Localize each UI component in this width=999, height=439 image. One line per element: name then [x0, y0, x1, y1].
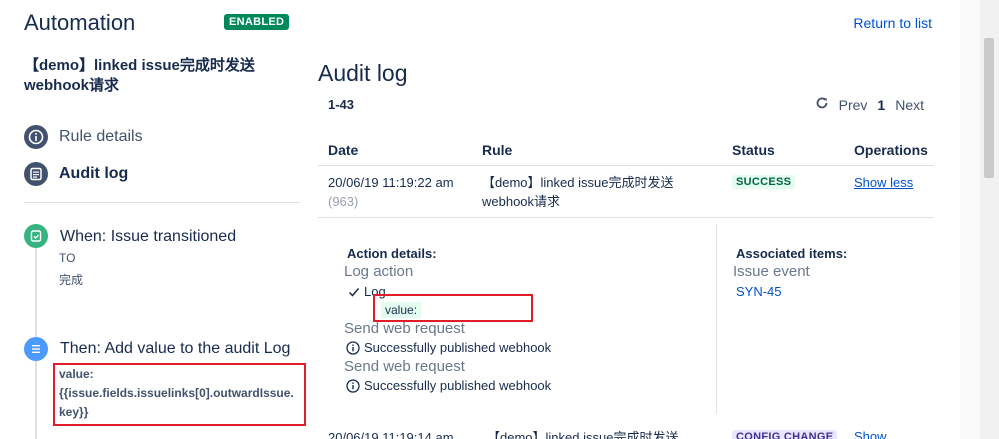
nav-item-audit-log[interactable]: Audit log — [24, 161, 128, 187]
action-result-text: Successfully published webhook — [364, 378, 552, 393]
info-icon — [346, 378, 360, 393]
row-id: (963) — [328, 194, 359, 209]
page-title: Automation — [24, 10, 136, 35]
details-divider — [716, 224, 717, 414]
status-lozenge: SUCCESS — [732, 175, 796, 189]
page-gutter — [960, 0, 980, 439]
issue-key-link[interactable]: SYN-45 — [736, 284, 782, 299]
prev-page-link[interactable]: Prev — [839, 97, 868, 113]
associated-items-heading: Associated items: — [736, 246, 848, 261]
nav-item-label: Rule details — [59, 128, 143, 145]
rule-sidebar: Automation ENABLED 【demo】linked issue完成时… — [0, 0, 306, 439]
result-range: 1-43 — [328, 97, 355, 112]
highlight-box — [53, 363, 306, 426]
status-badge: ENABLED — [224, 14, 290, 30]
audit-log-panel: Return to list Audit log 1-43 Prev 1 Nex… — [300, 0, 960, 439]
component-connector — [35, 360, 37, 439]
action-result: Successfully published webhook — [346, 378, 551, 393]
rule-name: 【demo】linked issue完成时发送webhook请求 — [24, 57, 255, 94]
associated-type: Issue event — [733, 263, 810, 280]
scrollbar-thumb[interactable] — [984, 38, 994, 178]
trigger-to-label: TO — [59, 251, 76, 265]
action-details-heading: Action details: — [347, 246, 437, 261]
audit-log-title: Audit log — [318, 60, 408, 86]
action-title[interactable]: Then: Add value to the audit Log — [60, 340, 290, 358]
action-result: Successfully published webhook — [346, 340, 551, 355]
row-date: 20/06/19 11:19:14 am — [328, 430, 454, 439]
column-header-operations: Operations — [854, 142, 928, 158]
refresh-icon[interactable] — [815, 96, 829, 113]
nav-item-label: Audit log — [59, 165, 129, 182]
next-page-link[interactable]: Next — [895, 97, 924, 113]
highlight-box — [373, 294, 533, 322]
trigger-title[interactable]: When: Issue transitioned — [60, 228, 236, 246]
return-to-list-link[interactable]: Return to list — [853, 15, 932, 31]
info-icon — [24, 125, 48, 149]
show-link[interactable]: Show — [854, 429, 887, 439]
trigger-to-value: 完成 — [59, 273, 84, 287]
header-divider — [318, 165, 934, 166]
row-rule: 【demo】linked issue完成时发送webhook请求 — [482, 175, 674, 209]
issue-transition-icon[interactable] — [24, 224, 48, 248]
column-header-rule: Rule — [482, 142, 513, 158]
column-header-status: Status — [732, 142, 775, 158]
nav-item-rule-details[interactable]: Rule details — [24, 124, 143, 150]
component-connector — [35, 248, 37, 348]
row-date: 20/06/19 11:19:22 am — [328, 175, 454, 190]
column-header-date: Date — [328, 142, 359, 158]
row-rule: 【demo】linked issue完成时发送 — [487, 430, 679, 439]
action-result-text: Successfully published webhook — [364, 340, 552, 355]
show-less-link[interactable]: Show less — [854, 175, 913, 190]
status-lozenge: CONFIG CHANGE — [732, 430, 838, 439]
current-page: 1 — [877, 96, 886, 113]
divider — [24, 202, 300, 203]
action-name: Send web request — [344, 320, 465, 337]
check-icon — [348, 286, 360, 298]
info-icon — [346, 340, 360, 355]
list-icon — [24, 162, 48, 186]
action-name: Log action — [344, 263, 414, 280]
audit-log-icon[interactable] — [24, 337, 48, 361]
action-name: Send web request — [344, 358, 465, 375]
pagination: Prev 1 Next — [815, 96, 924, 113]
